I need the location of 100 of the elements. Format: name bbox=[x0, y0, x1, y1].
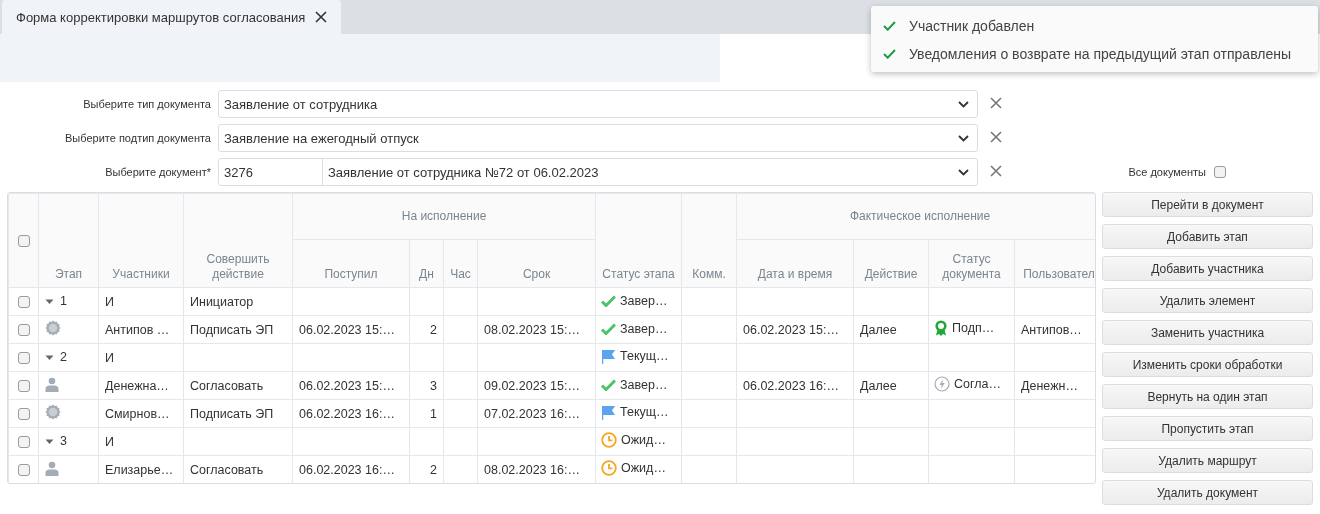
date-text: 06.02.2023 16:… bbox=[299, 406, 395, 421]
flag-icon bbox=[601, 404, 617, 420]
checkbox[interactable] bbox=[17, 408, 30, 421]
person-icon bbox=[45, 460, 59, 476]
flag-icon bbox=[601, 348, 617, 364]
participant-name: И bbox=[105, 350, 114, 365]
document-tab[interactable]: Форма корректировки маршрутов согласования bbox=[2, 0, 342, 34]
clear-icon[interactable] bbox=[990, 131, 1002, 143]
check-icon bbox=[883, 49, 896, 59]
date-text: 08.02.2023 15:… bbox=[484, 322, 580, 337]
action-text: Подписать ЭП bbox=[190, 406, 274, 421]
document-number: 3276 bbox=[219, 159, 323, 185]
clear-icon[interactable] bbox=[990, 97, 1002, 109]
select-all-checkbox[interactable] bbox=[17, 234, 30, 247]
group-header: Фактическое исполнение bbox=[736, 193, 1095, 240]
column-header: Этап bbox=[38, 193, 99, 288]
date-text: 06.02.2023 15:… bbox=[743, 322, 839, 337]
chevron-down-icon bbox=[958, 134, 969, 142]
action-button[interactable]: Удалить документ bbox=[1102, 480, 1313, 505]
days-value: 3 bbox=[430, 378, 437, 393]
date-text: 08.02.2023 16:… bbox=[484, 462, 580, 477]
column-header: Поступил bbox=[292, 239, 410, 288]
seal-icon bbox=[45, 320, 61, 336]
column-header: Совершить действие bbox=[183, 193, 293, 288]
document-status: Согла… bbox=[954, 377, 1002, 391]
chevron-down-icon bbox=[958, 168, 969, 176]
date-text: 06.02.2023 15:… bbox=[299, 322, 395, 337]
column-header: Час bbox=[443, 239, 478, 288]
stage-number: 3 bbox=[60, 434, 67, 449]
lightning-icon bbox=[934, 376, 951, 392]
action-button[interactable]: Изменить сроки обработки bbox=[1102, 352, 1313, 377]
checkbox[interactable] bbox=[17, 324, 30, 337]
select-field[interactable]: Заявление от сотрудника bbox=[218, 90, 978, 118]
select-field[interactable]: Заявление на ежегодный отпуск bbox=[218, 124, 978, 152]
clear-icon[interactable] bbox=[990, 165, 1002, 177]
stage-status: Текущ… bbox=[620, 349, 669, 363]
checkbox[interactable] bbox=[17, 464, 30, 477]
action-button[interactable]: Пропустить этап bbox=[1102, 416, 1313, 441]
stage-status: Ожид… bbox=[621, 461, 666, 475]
action-button[interactable]: Добавить участника bbox=[1102, 256, 1313, 281]
checkbox[interactable] bbox=[17, 352, 30, 365]
checkbox-label: Все документы bbox=[1128, 166, 1206, 178]
stage-status: Завер… bbox=[620, 377, 668, 392]
stage-status: Ожид… bbox=[621, 433, 666, 447]
column-header: Дн bbox=[409, 239, 444, 288]
action-text: Далее bbox=[860, 322, 897, 337]
action-text: Согласовать bbox=[190, 462, 264, 477]
stage-number: 2 bbox=[60, 350, 67, 365]
seal-icon bbox=[45, 404, 61, 420]
date-text: 06.02.2023 15:… bbox=[299, 378, 395, 393]
clock-icon bbox=[601, 432, 618, 448]
column-header: Дата и время bbox=[736, 239, 854, 288]
action-button[interactable]: Заменить участника bbox=[1102, 320, 1313, 345]
field-label: Выберите тип документа bbox=[82, 98, 212, 110]
action-text: Согласовать bbox=[190, 378, 264, 393]
participant-name: Елизарье… bbox=[105, 462, 174, 477]
checkbox[interactable] bbox=[17, 380, 30, 393]
notification-text: Участник добавлен bbox=[909, 18, 1035, 34]
column-header: Срок bbox=[477, 239, 596, 288]
stage-status: Завер… bbox=[620, 293, 668, 308]
checkbox[interactable] bbox=[17, 296, 30, 309]
clock-icon bbox=[601, 460, 618, 476]
award-icon bbox=[934, 320, 949, 336]
person-icon bbox=[45, 376, 59, 392]
group-header: На исполнение bbox=[292, 193, 596, 240]
close-icon[interactable] bbox=[315, 11, 328, 23]
participant-name: Смирнов… bbox=[105, 406, 170, 421]
action-button[interactable]: Удалить маршрут bbox=[1102, 448, 1313, 473]
document-status: Подп… bbox=[952, 321, 995, 335]
participant-name: И bbox=[105, 434, 114, 449]
participant-name: Денежна… bbox=[105, 378, 169, 393]
checkbox[interactable] bbox=[1214, 166, 1226, 178]
stage-status: Текущ… bbox=[620, 405, 669, 419]
action-button[interactable]: Перейти в документ bbox=[1102, 192, 1313, 217]
days-value: 2 bbox=[430, 462, 437, 477]
check-icon bbox=[601, 294, 617, 307]
date-text: 06.02.2023 16:… bbox=[299, 462, 395, 477]
stage-status: Завер… bbox=[620, 321, 668, 336]
days-value: 1 bbox=[430, 406, 437, 421]
check-icon bbox=[883, 21, 896, 31]
chevron-down-icon bbox=[958, 100, 969, 108]
field-label: Выберите подтип документа bbox=[64, 132, 212, 144]
action-button[interactable]: Вернуть на один этап bbox=[1102, 384, 1313, 409]
select-field[interactable]: 3276 Заявление от сотрудника №72 от 06.02.2023 bbox=[218, 158, 978, 186]
user-name: Антипов… bbox=[1021, 322, 1082, 337]
checkbox[interactable] bbox=[17, 436, 30, 449]
column-header: Статус документа bbox=[928, 239, 1015, 288]
field-label: Выберите документ* bbox=[104, 166, 212, 178]
action-button[interactable]: Удалить элемент bbox=[1102, 288, 1313, 313]
column-header: Статус этапа bbox=[595, 193, 682, 288]
column-header: Пользовател bbox=[1014, 239, 1095, 288]
days-value: 2 bbox=[430, 322, 437, 337]
column-header: Комм. bbox=[681, 193, 737, 288]
date-text: 07.02.2023 16:… bbox=[484, 406, 580, 421]
action-button[interactable]: Добавить этап bbox=[1102, 224, 1313, 249]
participant-name: И bbox=[105, 294, 114, 309]
user-name: Денежн… bbox=[1021, 378, 1078, 393]
action-text: Подписать ЭП bbox=[190, 322, 274, 337]
stage-number: 1 bbox=[60, 294, 67, 309]
check-icon bbox=[601, 322, 617, 335]
